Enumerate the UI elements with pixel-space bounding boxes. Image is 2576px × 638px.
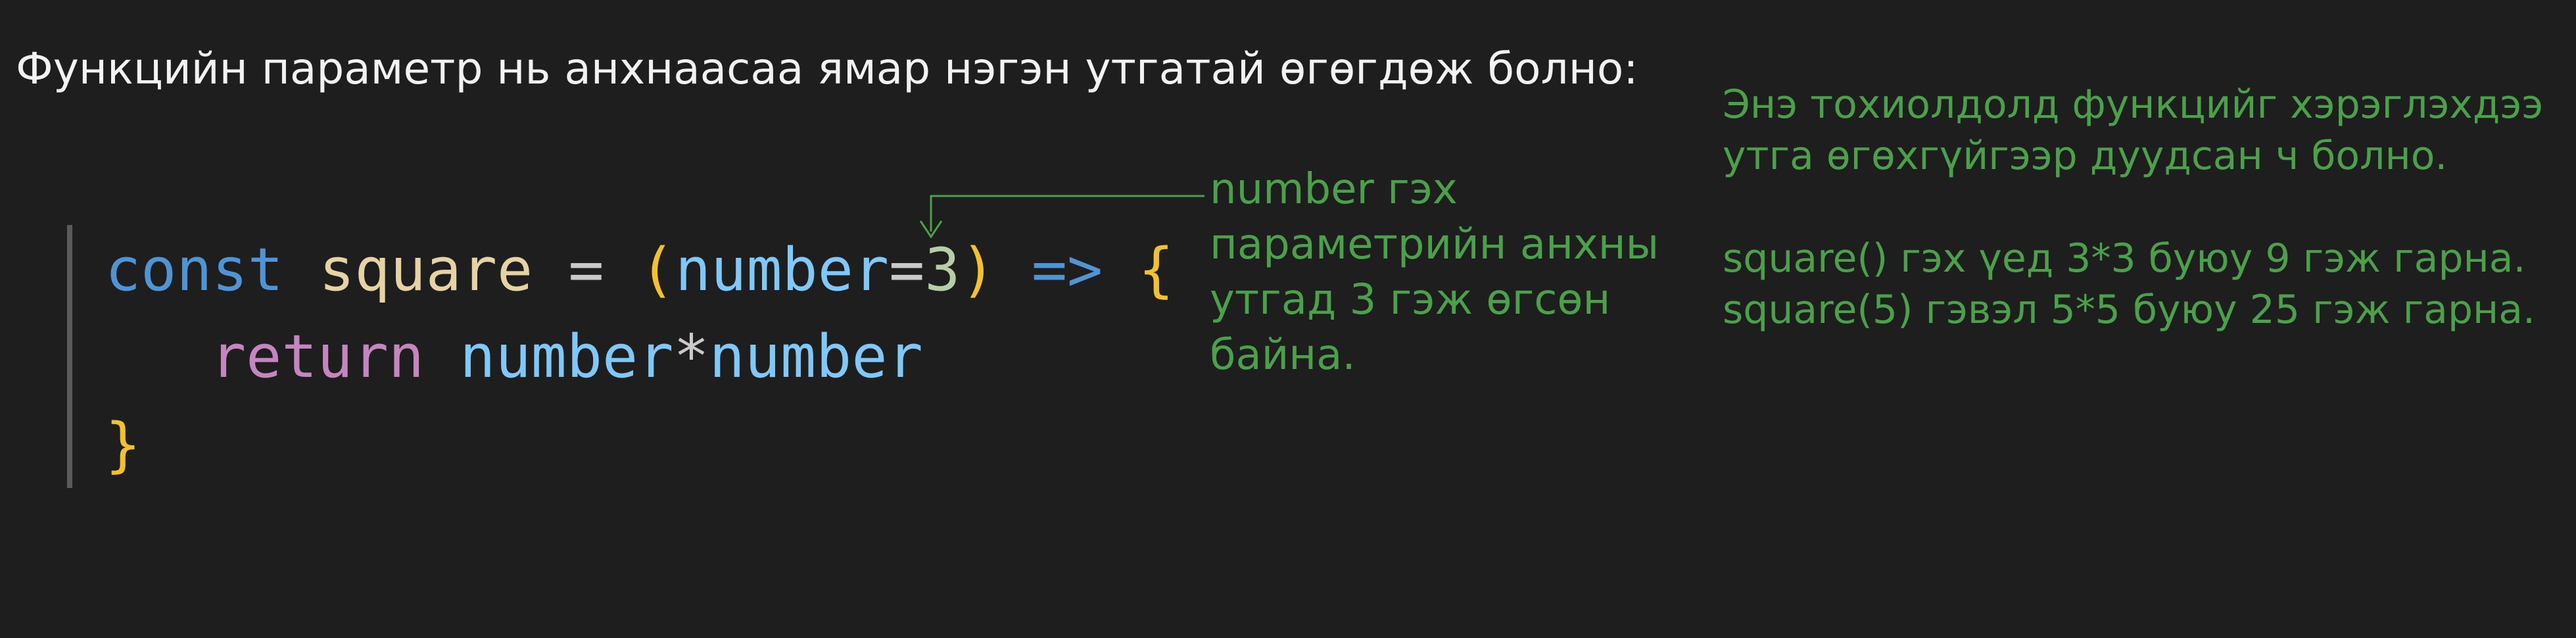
function-name: square (319, 235, 533, 305)
code-line-2: return number*number (210, 321, 923, 393)
usage-line: Энэ тохиолдолд функцийг хэрэглэхдээ (1723, 82, 2544, 128)
expr-left: number (460, 322, 674, 391)
expr-right: number (709, 322, 923, 391)
code-line-1: const square = (number=3) => { (105, 234, 1174, 307)
assign-operator: = (568, 235, 604, 305)
param-default-value: 3 (924, 235, 961, 305)
usage-line: square() гэх үед 3*3 буюу 9 гэж гарна. (1723, 235, 2526, 282)
annotation-line: байна. (1210, 331, 1356, 380)
annotation-line: number гэх (1210, 165, 1458, 214)
brace-close: } (105, 410, 141, 479)
param-default-operator: = (889, 235, 925, 305)
keyword-const: const (105, 235, 283, 305)
code-block-bar (67, 225, 72, 488)
usage-line: square(5) гэвэл 5*5 буюу 25 гэж гарна. (1723, 287, 2536, 333)
annotation-line: параметрийн анхны (1210, 220, 1659, 269)
default-value-annotation: number гэх параметрийн анхны утгад 3 гэж… (1210, 162, 1670, 383)
code-line-3: } (105, 409, 141, 481)
keyword-return: return (210, 322, 425, 391)
page-heading: Функцийн параметр нь анхнаасаа ямар нэгэ… (16, 43, 1638, 94)
param-name: number (675, 235, 890, 305)
arrow-operator: => (1031, 235, 1103, 305)
usage-annotation: Энэ тохиолдолд функцийг хэрэглэхдээ утга… (1723, 79, 2543, 335)
brace-open: { (1138, 235, 1174, 305)
multiply-operator: * (673, 322, 709, 391)
paren-close: ) (960, 235, 996, 305)
usage-line: утга өгөхгүйгээр дуудсан ч болно. (1723, 133, 2448, 179)
paren-open: ( (639, 235, 675, 305)
annotation-line: утгад 3 гэж өгсөн (1210, 276, 1611, 324)
